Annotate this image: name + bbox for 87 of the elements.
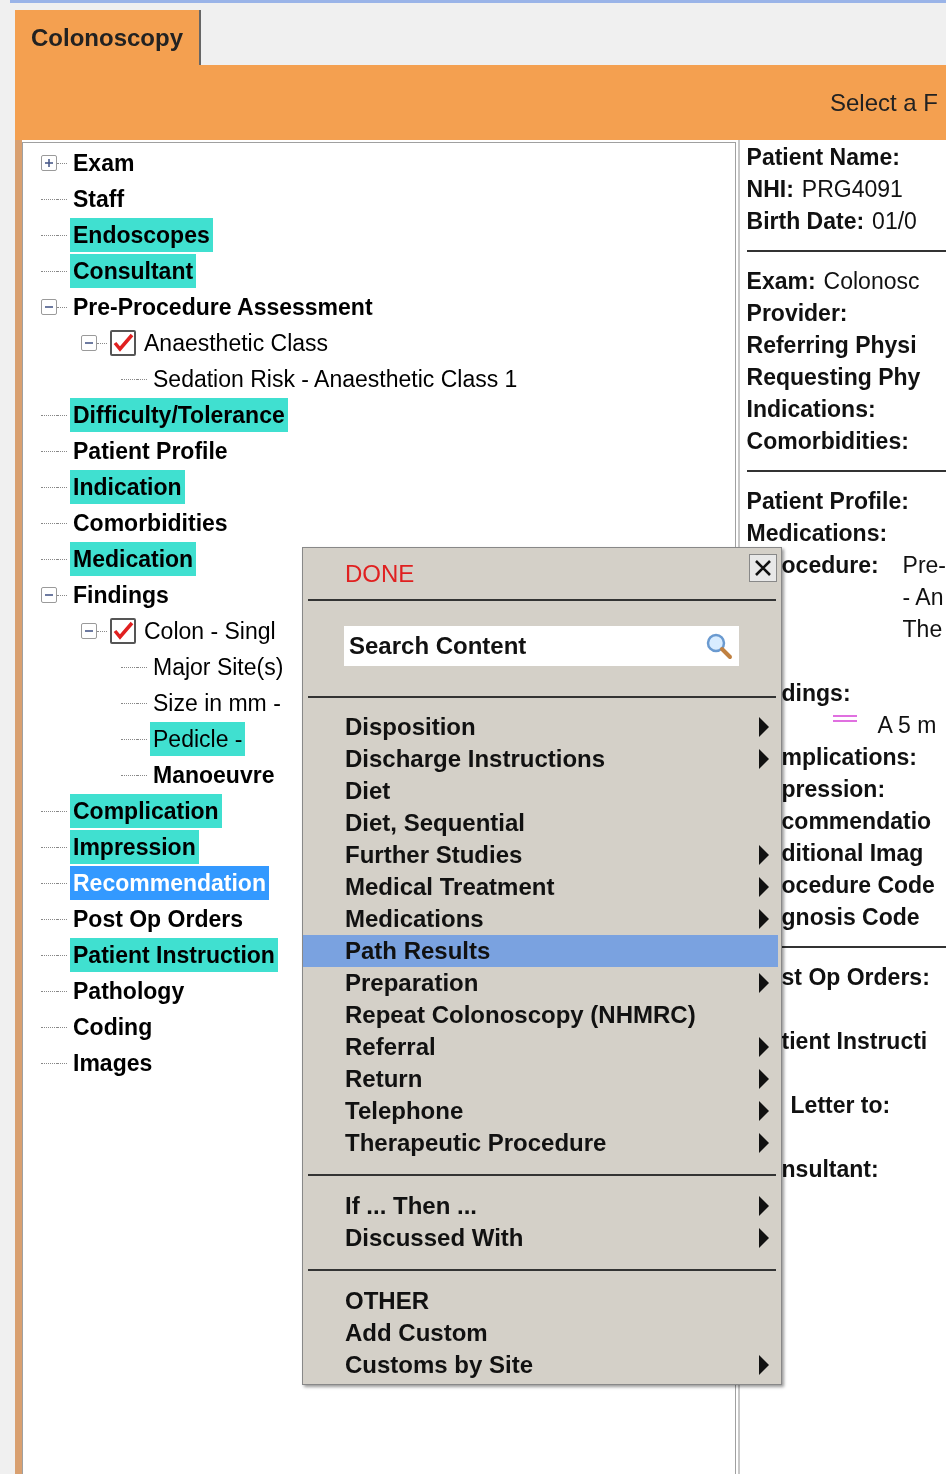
field-label: Birth Date: bbox=[746, 206, 865, 236]
tree-item[interactable]: Comorbidities bbox=[70, 506, 231, 540]
field-label: Indications: bbox=[746, 394, 876, 424]
menu-item[interactable]: Therapeutic Procedure bbox=[303, 1127, 778, 1159]
field-label: commendatio bbox=[781, 806, 932, 836]
menu-item[interactable]: Preparation bbox=[303, 967, 778, 999]
menu-item[interactable]: Repeat Colonoscopy (NHMRC) bbox=[303, 999, 778, 1031]
tree-item[interactable]: Coding bbox=[70, 1010, 156, 1044]
menu-item[interactable]: Discussed With bbox=[303, 1222, 778, 1254]
field-label: nsultant: bbox=[781, 1154, 879, 1184]
menu-item[interactable]: Medications bbox=[303, 903, 778, 935]
tree-item[interactable]: Pathology bbox=[70, 974, 188, 1008]
field-label: Patient Name: bbox=[746, 142, 900, 172]
field-label: Exam: bbox=[746, 266, 816, 296]
field-label: ocedure Code bbox=[781, 870, 935, 900]
field-label: ditional Imag bbox=[781, 838, 924, 868]
tree-item[interactable]: Anaesthetic Class bbox=[141, 326, 332, 360]
collapse-icon[interactable] bbox=[41, 587, 57, 603]
tree-item[interactable]: Manoeuvre bbox=[150, 758, 278, 792]
menu-item[interactable]: Medical Treatment bbox=[303, 871, 778, 903]
expand-icon[interactable] bbox=[41, 155, 57, 171]
tree-item[interactable]: Post Op Orders bbox=[70, 902, 246, 936]
field-value: PRG4091 bbox=[801, 174, 903, 204]
field-value: Colonosc bbox=[823, 266, 920, 296]
menu-item[interactable]: Disposition bbox=[303, 711, 778, 743]
collapse-icon[interactable] bbox=[81, 623, 97, 639]
tree-item[interactable]: Complication bbox=[70, 794, 222, 828]
tree-item[interactable]: Colon - Singl bbox=[141, 614, 279, 648]
checkbox[interactable] bbox=[110, 618, 136, 644]
search-field[interactable]: Search Content bbox=[344, 625, 739, 666]
tree-item[interactable]: Exam bbox=[70, 146, 138, 180]
menu-item[interactable]: Telephone bbox=[303, 1095, 778, 1127]
collapse-icon[interactable] bbox=[41, 299, 57, 315]
tree-item[interactable]: Endoscopes bbox=[70, 218, 213, 252]
tree-item[interactable]: Patient Instruction bbox=[70, 938, 278, 972]
menu-item[interactable]: If ... Then ... bbox=[303, 1190, 778, 1222]
tree-item[interactable]: Difficulty/Tolerance bbox=[70, 398, 288, 432]
field-label: gnosis Code bbox=[781, 902, 920, 932]
menu-item[interactable]: Discharge Instructions bbox=[303, 743, 778, 775]
field-label: pression: bbox=[781, 774, 886, 804]
tree-item[interactable]: Size in mm - bbox=[150, 686, 284, 720]
field-label: Comorbidities: bbox=[746, 426, 909, 456]
menu-item[interactable]: Customs by Site bbox=[303, 1349, 778, 1381]
field-label: Patient Profile: bbox=[746, 486, 909, 516]
collapse-icon[interactable] bbox=[81, 335, 97, 351]
menu-item[interactable]: Diet, Sequential bbox=[303, 807, 778, 839]
field-label: Medications: bbox=[746, 518, 888, 548]
menu-item[interactable]: Referral bbox=[303, 1031, 778, 1063]
field-label: tient Instructi bbox=[781, 1026, 928, 1056]
tree-item[interactable]: Medication bbox=[70, 542, 197, 576]
menu-item[interactable]: Further Studies bbox=[303, 839, 778, 871]
field-label: ocedure: bbox=[781, 550, 879, 580]
tree-item[interactable]: Sedation Risk - Anaesthetic Class 1 bbox=[150, 362, 521, 396]
menu-item[interactable]: Diet bbox=[303, 775, 778, 807]
field-label: Provider: bbox=[746, 298, 848, 328]
field-label: Letter to: bbox=[790, 1090, 891, 1120]
field-label: dings: bbox=[781, 678, 851, 708]
close-button[interactable] bbox=[749, 553, 777, 582]
field-value: The bbox=[902, 614, 943, 644]
marker-icon bbox=[832, 715, 857, 723]
tree-item[interactable]: Pedicle - bbox=[150, 722, 246, 756]
menu-item[interactable]: OTHER bbox=[303, 1285, 778, 1317]
tab[interactable]: Colonoscopy bbox=[15, 10, 201, 65]
field-label: Requesting Phy bbox=[746, 362, 921, 392]
menu-item[interactable]: Path Results bbox=[303, 935, 778, 967]
tree-item[interactable]: Staff bbox=[70, 182, 128, 216]
field-label: st Op Orders: bbox=[781, 962, 930, 992]
field-value: A 5 m bbox=[877, 710, 937, 740]
menu-item[interactable]: Add Custom bbox=[303, 1317, 778, 1349]
checkbox[interactable] bbox=[110, 330, 136, 356]
tree-item[interactable]: Indication bbox=[70, 470, 185, 504]
tree-item[interactable]: Patient Profile bbox=[70, 434, 231, 468]
field-value: 01/0 bbox=[872, 206, 917, 236]
field-value: - An bbox=[902, 582, 944, 612]
field-value: Pre- bbox=[902, 550, 946, 580]
tree-item[interactable]: Consultant bbox=[70, 254, 197, 288]
field-label: Referring Physi bbox=[746, 330, 917, 360]
tree-item[interactable]: Impression bbox=[70, 830, 199, 864]
field-label: NHI: bbox=[746, 174, 794, 204]
field-label: mplications: bbox=[781, 742, 917, 772]
prompt-text: Select a F bbox=[829, 87, 938, 118]
menu-item[interactable]: Return bbox=[303, 1063, 778, 1095]
tree-item[interactable]: Major Site(s) bbox=[150, 650, 287, 684]
tree-item[interactable]: Findings bbox=[70, 578, 172, 612]
close-icon bbox=[753, 557, 773, 578]
tree-item[interactable]: Images bbox=[70, 1046, 156, 1080]
tree-item[interactable]: Pre-Procedure Assessment bbox=[70, 290, 376, 324]
